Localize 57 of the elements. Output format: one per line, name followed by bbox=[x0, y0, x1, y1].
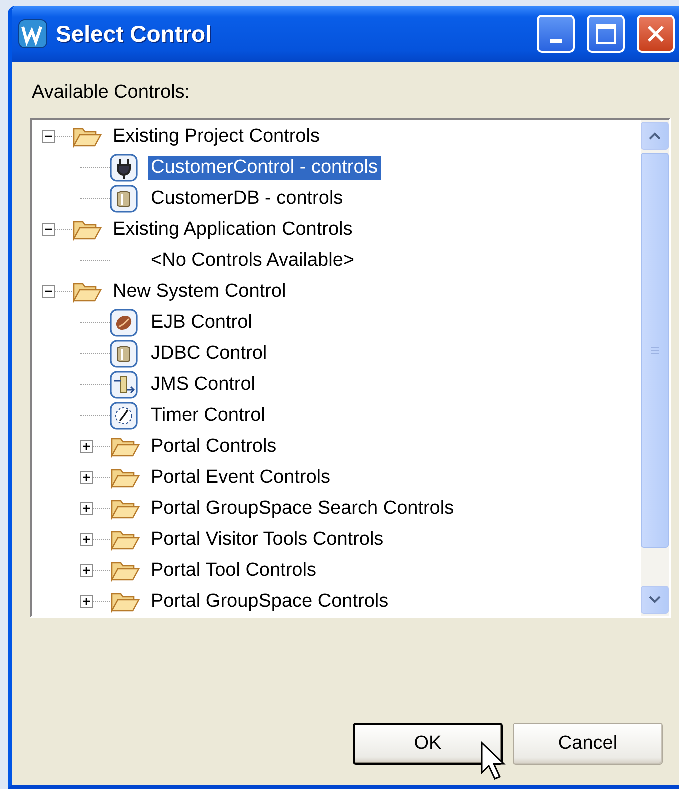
tree-item[interactable]: Portal GroupSpace Controls bbox=[148, 590, 392, 614]
scrollbar[interactable] bbox=[641, 120, 669, 616]
tree-item[interactable]: Portal Tool Controls bbox=[148, 558, 320, 582]
scroll-up-button[interactable] bbox=[641, 122, 669, 150]
app-logo-icon bbox=[18, 19, 48, 49]
plug-icon bbox=[110, 154, 138, 182]
folder-icon bbox=[72, 126, 102, 148]
ok-button[interactable]: OK bbox=[353, 723, 503, 765]
expand-icon[interactable] bbox=[80, 595, 93, 608]
folder-icon bbox=[110, 590, 140, 612]
tree-item[interactable]: CustomerDB - controls bbox=[148, 186, 346, 210]
tree-label: Available Controls: bbox=[32, 82, 192, 104]
minimize-button[interactable] bbox=[537, 15, 575, 53]
collapse-icon[interactable] bbox=[42, 285, 55, 298]
expand-icon[interactable] bbox=[80, 564, 93, 577]
folder-icon bbox=[110, 436, 140, 458]
tree-item[interactable]: CustomerControl - controls bbox=[148, 156, 382, 180]
database-icon bbox=[110, 184, 138, 212]
tree-item[interactable]: EJB Control bbox=[148, 310, 256, 334]
close-button[interactable] bbox=[637, 15, 675, 53]
tree-item[interactable]: Existing Project Controls bbox=[110, 124, 323, 148]
tree-item[interactable]: JDBC Control bbox=[148, 342, 270, 366]
tree-item[interactable]: Portal Controls bbox=[148, 434, 280, 458]
maximize-icon bbox=[595, 23, 617, 45]
folder-icon bbox=[110, 498, 140, 520]
collapse-icon[interactable] bbox=[42, 223, 55, 236]
tree-item[interactable]: New System Control bbox=[110, 280, 290, 304]
tree-item[interactable]: JMS Control bbox=[148, 372, 259, 396]
expand-icon[interactable] bbox=[80, 440, 93, 453]
database-icon bbox=[110, 340, 138, 368]
tree-item[interactable]: Portal Event Controls bbox=[148, 466, 334, 490]
folder-icon bbox=[72, 218, 102, 240]
tree-item[interactable]: Timer Control bbox=[148, 404, 268, 428]
tree-item[interactable]: Portal GroupSpace Search Controls bbox=[148, 496, 458, 520]
clock-icon bbox=[110, 402, 138, 430]
folder-icon bbox=[110, 528, 140, 550]
expand-icon[interactable] bbox=[80, 502, 93, 515]
queue-icon bbox=[110, 370, 138, 398]
tree-item[interactable]: Portal Visitor Tools Controls bbox=[148, 528, 387, 552]
folder-icon bbox=[110, 466, 140, 488]
folder-icon bbox=[110, 560, 140, 582]
scroll-thumb[interactable] bbox=[641, 153, 669, 548]
close-icon bbox=[645, 23, 667, 45]
expand-icon[interactable] bbox=[80, 471, 93, 484]
tree-item[interactable]: Existing Application Controls bbox=[110, 218, 356, 242]
tree-item[interactable]: <No Controls Available> bbox=[148, 248, 358, 272]
scroll-down-button[interactable] bbox=[641, 586, 669, 614]
window-title: Select Control bbox=[56, 20, 213, 48]
collapse-icon[interactable] bbox=[42, 130, 55, 143]
cursor-icon bbox=[480, 741, 508, 783]
cancel-button[interactable]: Cancel bbox=[513, 723, 663, 765]
maximize-button[interactable] bbox=[587, 15, 625, 53]
bean-icon bbox=[110, 308, 138, 336]
folder-icon bbox=[72, 280, 102, 302]
grip-icon bbox=[650, 346, 660, 354]
minimize-icon bbox=[550, 39, 562, 43]
expand-icon[interactable] bbox=[80, 533, 93, 546]
